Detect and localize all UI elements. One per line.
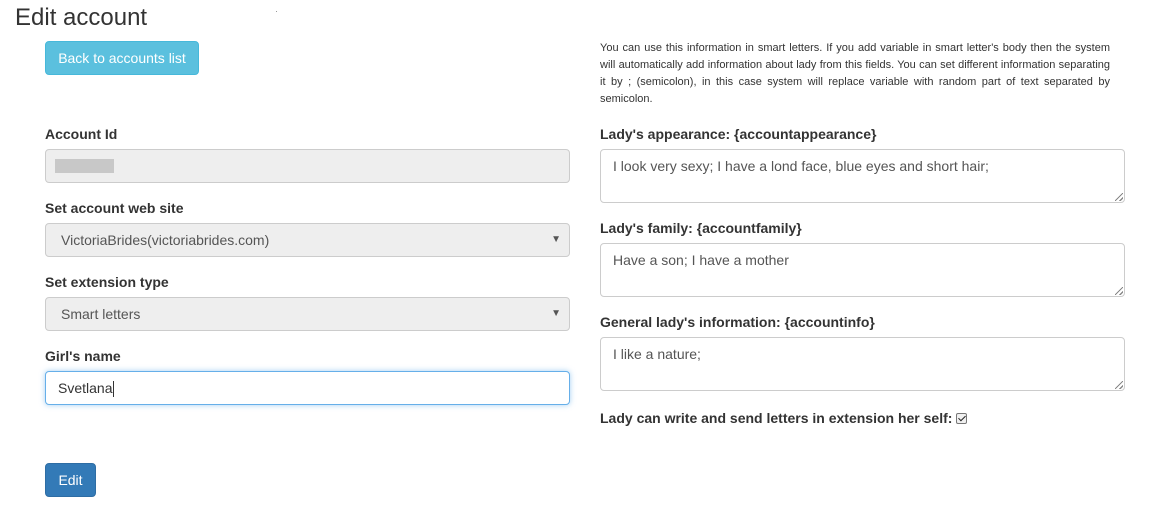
checked-checkbox-icon[interactable] (956, 413, 968, 424)
edit-button[interactable]: Edit (45, 463, 96, 497)
extension-type-label: Set extension type (45, 274, 169, 290)
redacted-account-id (55, 159, 114, 173)
self-write-label: Lady can write and send letters in exten… (600, 410, 953, 426)
resize-handle-icon[interactable] (1115, 381, 1123, 389)
girls-name-value: Svetlana (58, 380, 113, 396)
smart-letters-help-text: You can use this information in smart le… (600, 42, 1110, 105)
appearance-textarea[interactable]: I look very sexy; I have a lond face, bl… (600, 149, 1125, 203)
self-write-row: Lady can write and send letters in exten… (600, 410, 968, 426)
info-label: General lady's information: {accountinfo… (600, 314, 875, 330)
resize-handle-icon[interactable] (1115, 193, 1123, 201)
caret-down-icon: ▼ (551, 234, 561, 245)
family-textarea[interactable]: Have a son; I have a mother (600, 243, 1125, 297)
web-site-label: Set account web site (45, 200, 184, 216)
account-id-field (45, 149, 570, 183)
caret-down-icon: ▼ (551, 308, 561, 319)
stray-dot (276, 11, 277, 12)
info-value: I like a nature; (613, 346, 701, 362)
info-textarea[interactable]: I like a nature; (600, 337, 1125, 391)
extension-type-selected-value: Smart letters (61, 306, 141, 322)
girls-name-label: Girl's name (45, 348, 121, 364)
resize-handle-icon[interactable] (1115, 287, 1123, 295)
appearance-label: Lady's appearance: {accountappearance} (600, 126, 877, 142)
family-value: Have a son; I have a mother (613, 252, 789, 268)
appearance-value: I look very sexy; I have a lond face, bl… (613, 158, 989, 174)
page-title: Edit account (15, 4, 148, 31)
text-cursor (113, 381, 115, 398)
back-to-accounts-button[interactable]: Back to accounts list (45, 41, 199, 75)
family-label: Lady's family: {accountfamily} (600, 220, 802, 236)
girls-name-input[interactable]: Svetlana (45, 371, 570, 405)
account-id-label: Account Id (45, 126, 118, 142)
web-site-select[interactable]: VictoriaBrides(victoriabrides.com) ▼ (45, 223, 570, 257)
extension-type-select[interactable]: Smart letters ▼ (45, 297, 570, 331)
web-site-selected-value: VictoriaBrides(victoriabrides.com) (61, 232, 270, 248)
